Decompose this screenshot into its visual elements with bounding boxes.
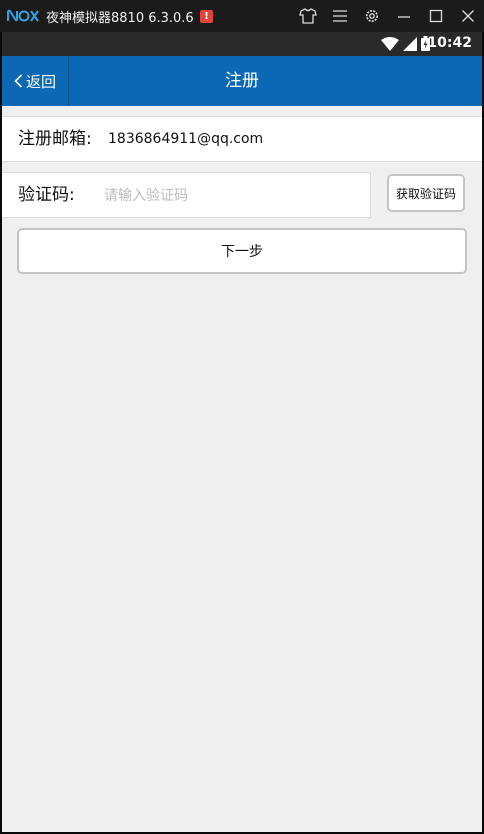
- back-button[interactable]: 返回: [2, 56, 69, 106]
- status-icons: [381, 36, 430, 51]
- app-header: 注册 返回: [2, 56, 482, 106]
- maximize-icon[interactable]: [425, 6, 447, 26]
- menu-icon[interactable]: [329, 6, 351, 26]
- verification-code-input[interactable]: [102, 181, 356, 211]
- email-row: 注册邮箱: 1836864911@qq.com: [2, 116, 482, 162]
- code-label: 验证码:: [18, 185, 75, 205]
- email-value: 1836864911@qq.com: [108, 131, 264, 147]
- close-icon[interactable]: [457, 6, 479, 26]
- android-status-bar: 10:42: [2, 32, 482, 56]
- emulator-title: 夜神模拟器8810 6.3.0.6: [46, 11, 194, 26]
- wifi-icon: [381, 36, 399, 51]
- next-step-button[interactable]: 下一步: [17, 228, 467, 274]
- nox-logo-icon: [7, 9, 39, 22]
- chevron-left-icon: [14, 74, 23, 88]
- get-code-button[interactable]: 获取验证码: [387, 174, 465, 212]
- register-form: 注册邮箱: 1836864911@qq.com 验证码: 获取验证码 下一步: [2, 106, 482, 832]
- shirt-icon[interactable]: [297, 6, 319, 26]
- signal-icon: [403, 36, 417, 51]
- code-row: 验证码:: [2, 172, 371, 218]
- minimize-icon[interactable]: [393, 6, 415, 26]
- alert-badge[interactable]: !: [200, 10, 213, 23]
- emulator-title-bar: 夜神模拟器8810 6.3.0.6 !: [0, 0, 484, 32]
- emulator-window: 夜神模拟器8810 6.3.0.6 ! 10:42 注册 返回 注册邮箱: 18…: [0, 0, 484, 834]
- email-label: 注册邮箱:: [18, 129, 92, 149]
- back-label: 返回: [25, 72, 56, 91]
- page-title: 注册: [225, 71, 259, 91]
- status-time: 10:42: [427, 35, 472, 51]
- gear-icon[interactable]: [361, 6, 383, 26]
